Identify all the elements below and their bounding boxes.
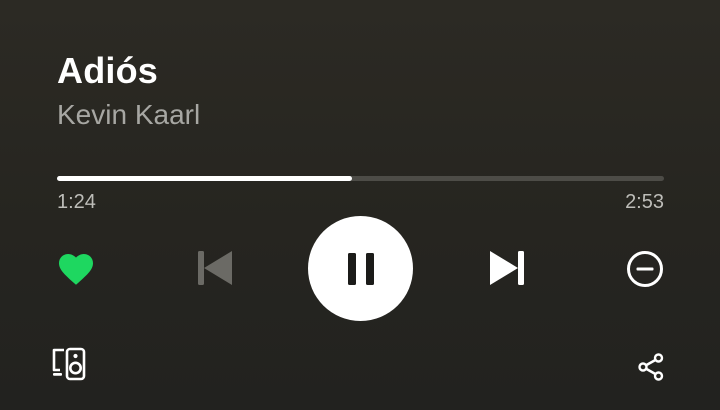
pause-button[interactable] <box>308 216 413 321</box>
heart-icon <box>59 254 93 285</box>
connect-devices-icon <box>52 347 86 381</box>
artist-name[interactable]: Kevin Kaarl <box>57 97 200 133</box>
skip-next-icon <box>490 251 524 285</box>
previous-button[interactable] <box>192 245 238 291</box>
next-button[interactable] <box>484 245 530 291</box>
track-title[interactable]: Adiós <box>57 50 158 92</box>
share-icon <box>638 353 664 381</box>
progress-bar[interactable] <box>57 176 664 181</box>
like-button[interactable] <box>54 248 98 290</box>
remove-from-queue-button[interactable] <box>622 246 668 292</box>
skip-previous-icon <box>198 251 232 285</box>
pause-icon <box>347 252 374 285</box>
share-button[interactable] <box>632 348 670 386</box>
elapsed-time: 1:24 <box>57 191 96 213</box>
total-duration: 2:53 <box>625 191 664 213</box>
minus-circle-icon <box>627 251 663 287</box>
progress-fill <box>57 176 352 181</box>
connect-devices-button[interactable] <box>48 344 90 384</box>
